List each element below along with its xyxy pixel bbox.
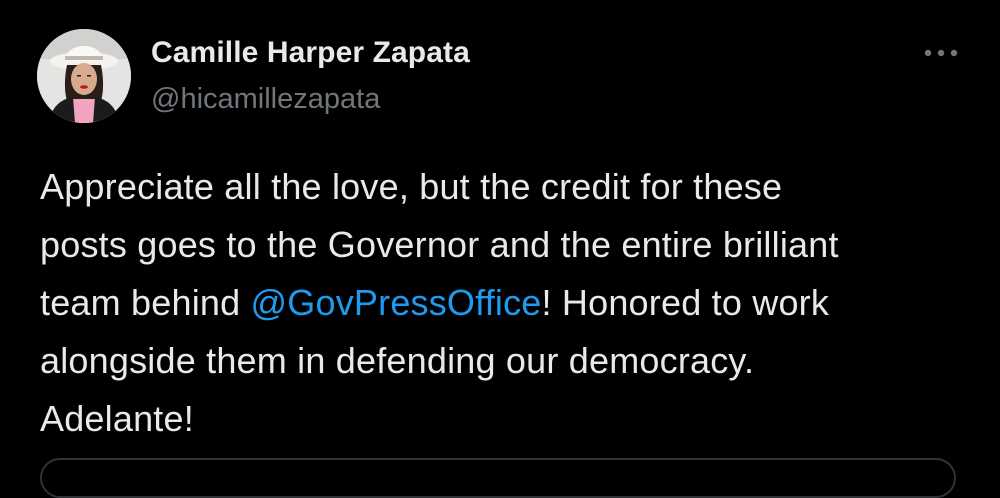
tweet-text-line: Adelante!	[40, 398, 194, 439]
tweet-text-line: team behind @GovPressOffice! Honored to …	[40, 274, 970, 332]
tweet-text-line: Appreciate all the love, but the credit …	[40, 166, 783, 207]
tweet-text-segment: ! Honored to work	[541, 282, 830, 323]
more-horizontal-icon	[924, 49, 958, 57]
tweet-text-segment: team behind	[40, 282, 251, 323]
more-options-button[interactable]	[918, 36, 964, 70]
author-handle[interactable]: @hicamillezapata	[151, 83, 380, 116]
profile-photo-icon	[37, 29, 131, 123]
tweet[interactable]: Camille Harper Zapata @hicamillezapata A…	[0, 0, 1000, 498]
author-display-name[interactable]: Camille Harper Zapata	[151, 36, 470, 70]
author-avatar[interactable]	[37, 29, 131, 123]
tweet-text-line: alongside them in defending our democrac…	[40, 340, 755, 381]
tweet-text-line: posts goes to the Governor and the entir…	[40, 224, 839, 265]
mention-link[interactable]: @GovPressOffice	[251, 282, 542, 323]
embedded-card[interactable]	[40, 458, 956, 498]
tweet-text: Appreciate all the love, but the credit …	[40, 158, 970, 448]
